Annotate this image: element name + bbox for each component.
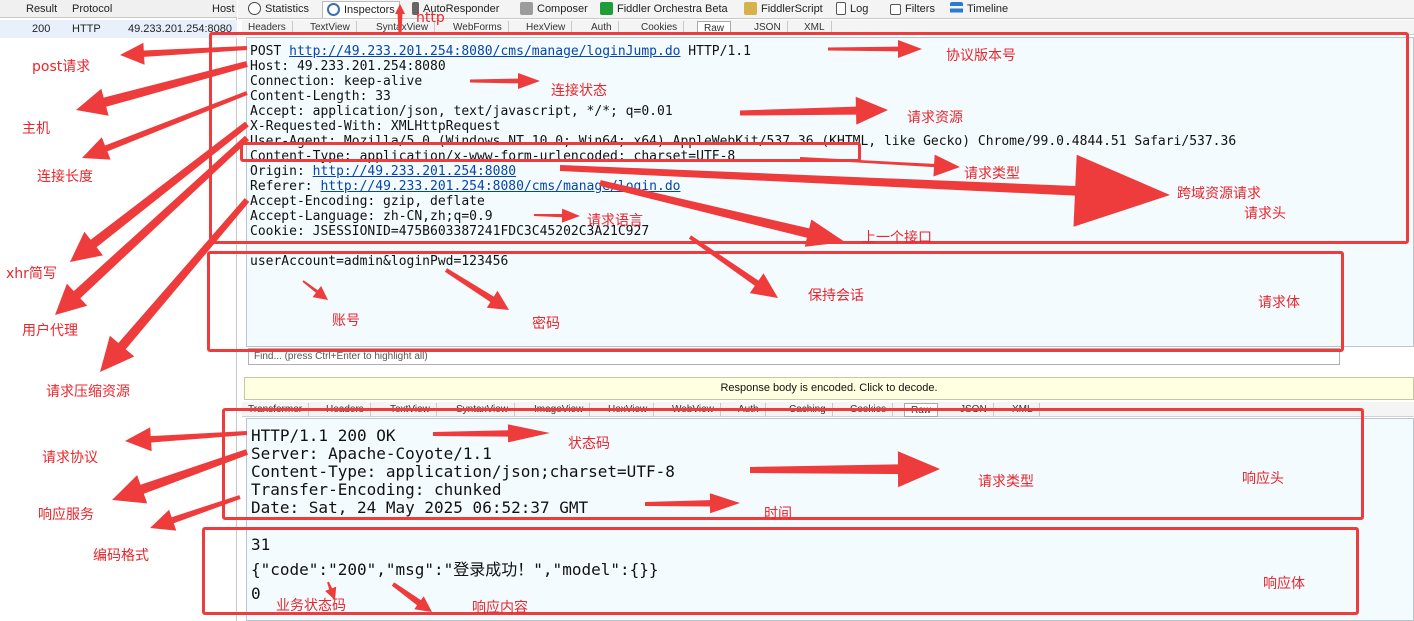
ann-request-headers: 请求头 — [1244, 206, 1286, 222]
ann-status-code: 状态码 — [568, 436, 610, 452]
ann-host: 主机 — [22, 121, 50, 137]
annotation-arrow-17 — [125, 427, 248, 452]
annotation-arrow-22 — [645, 493, 740, 514]
annotation-arrow-20 — [433, 424, 550, 443]
ann-protocol-version: 协议版本号 — [946, 48, 1016, 64]
annotation-arrows — [55, 4, 1170, 612]
ann-response-content: 响应内容 — [472, 600, 528, 616]
ann-encoding-format: 编码格式 — [93, 548, 149, 564]
ann-request-language: 请求语言 — [587, 213, 643, 229]
annotation-arrow-11 — [559, 154, 1170, 227]
annotation-arrow-19 — [150, 495, 241, 531]
annotation-arrow-21 — [750, 451, 940, 488]
annotation-arrow-12 — [534, 208, 580, 223]
annotation-arrow-14 — [688, 235, 778, 298]
annotation-arrow-9 — [739, 96, 888, 125]
annotation-arrow-15 — [302, 280, 328, 300]
ann-request-resource: 请求资源 — [907, 110, 963, 126]
ann-business-status-code: 业务状态码 — [276, 598, 346, 614]
annotation-arrow-1 — [120, 42, 248, 65]
ann-time: 时间 — [764, 506, 792, 522]
annotation-arrow-2 — [76, 61, 248, 116]
ann-connection-state: 连接状态 — [551, 83, 607, 99]
ann-content-length: 连接长度 — [37, 169, 93, 185]
ann-post-request: post请求 — [32, 59, 91, 75]
ann-response-server: 响应服务 — [38, 507, 94, 523]
annotation-arrow-24 — [391, 582, 432, 612]
ann-request-protocol: 请求协议 — [42, 450, 98, 466]
annotation-arrow-16 — [444, 268, 509, 310]
ann-password: 密码 — [532, 316, 560, 332]
ann-previous-api: 上一个接口 — [862, 230, 932, 246]
ann-response-body: 响应体 — [1263, 576, 1305, 592]
annotation-arrow-7 — [828, 40, 922, 58]
annotation-arrow-5 — [55, 135, 249, 315]
annotation-arrow-10 — [799, 154, 960, 177]
ann-account: 账号 — [332, 313, 360, 329]
ann-request-type: 请求类型 — [964, 166, 1020, 182]
ann-request-body: 请求体 — [1258, 295, 1300, 311]
ann-response-type: 请求类型 — [978, 474, 1034, 490]
annotation-arrow-8 — [470, 73, 540, 89]
ann-response-headers: 响应头 — [1242, 471, 1284, 487]
annotation-arrow-18 — [112, 449, 248, 504]
ann-keep-session: 保持会话 — [808, 288, 864, 304]
ann-user-agent: 用户代理 — [22, 323, 78, 339]
ann-cors: 跨域资源请求 — [1177, 186, 1261, 202]
annotation-arrow-0 — [395, 4, 405, 34]
ann-accept-encoding: 请求压缩资源 — [46, 384, 130, 400]
ann-xhr: xhr简写 — [6, 266, 57, 282]
ann-http: http — [416, 10, 445, 26]
